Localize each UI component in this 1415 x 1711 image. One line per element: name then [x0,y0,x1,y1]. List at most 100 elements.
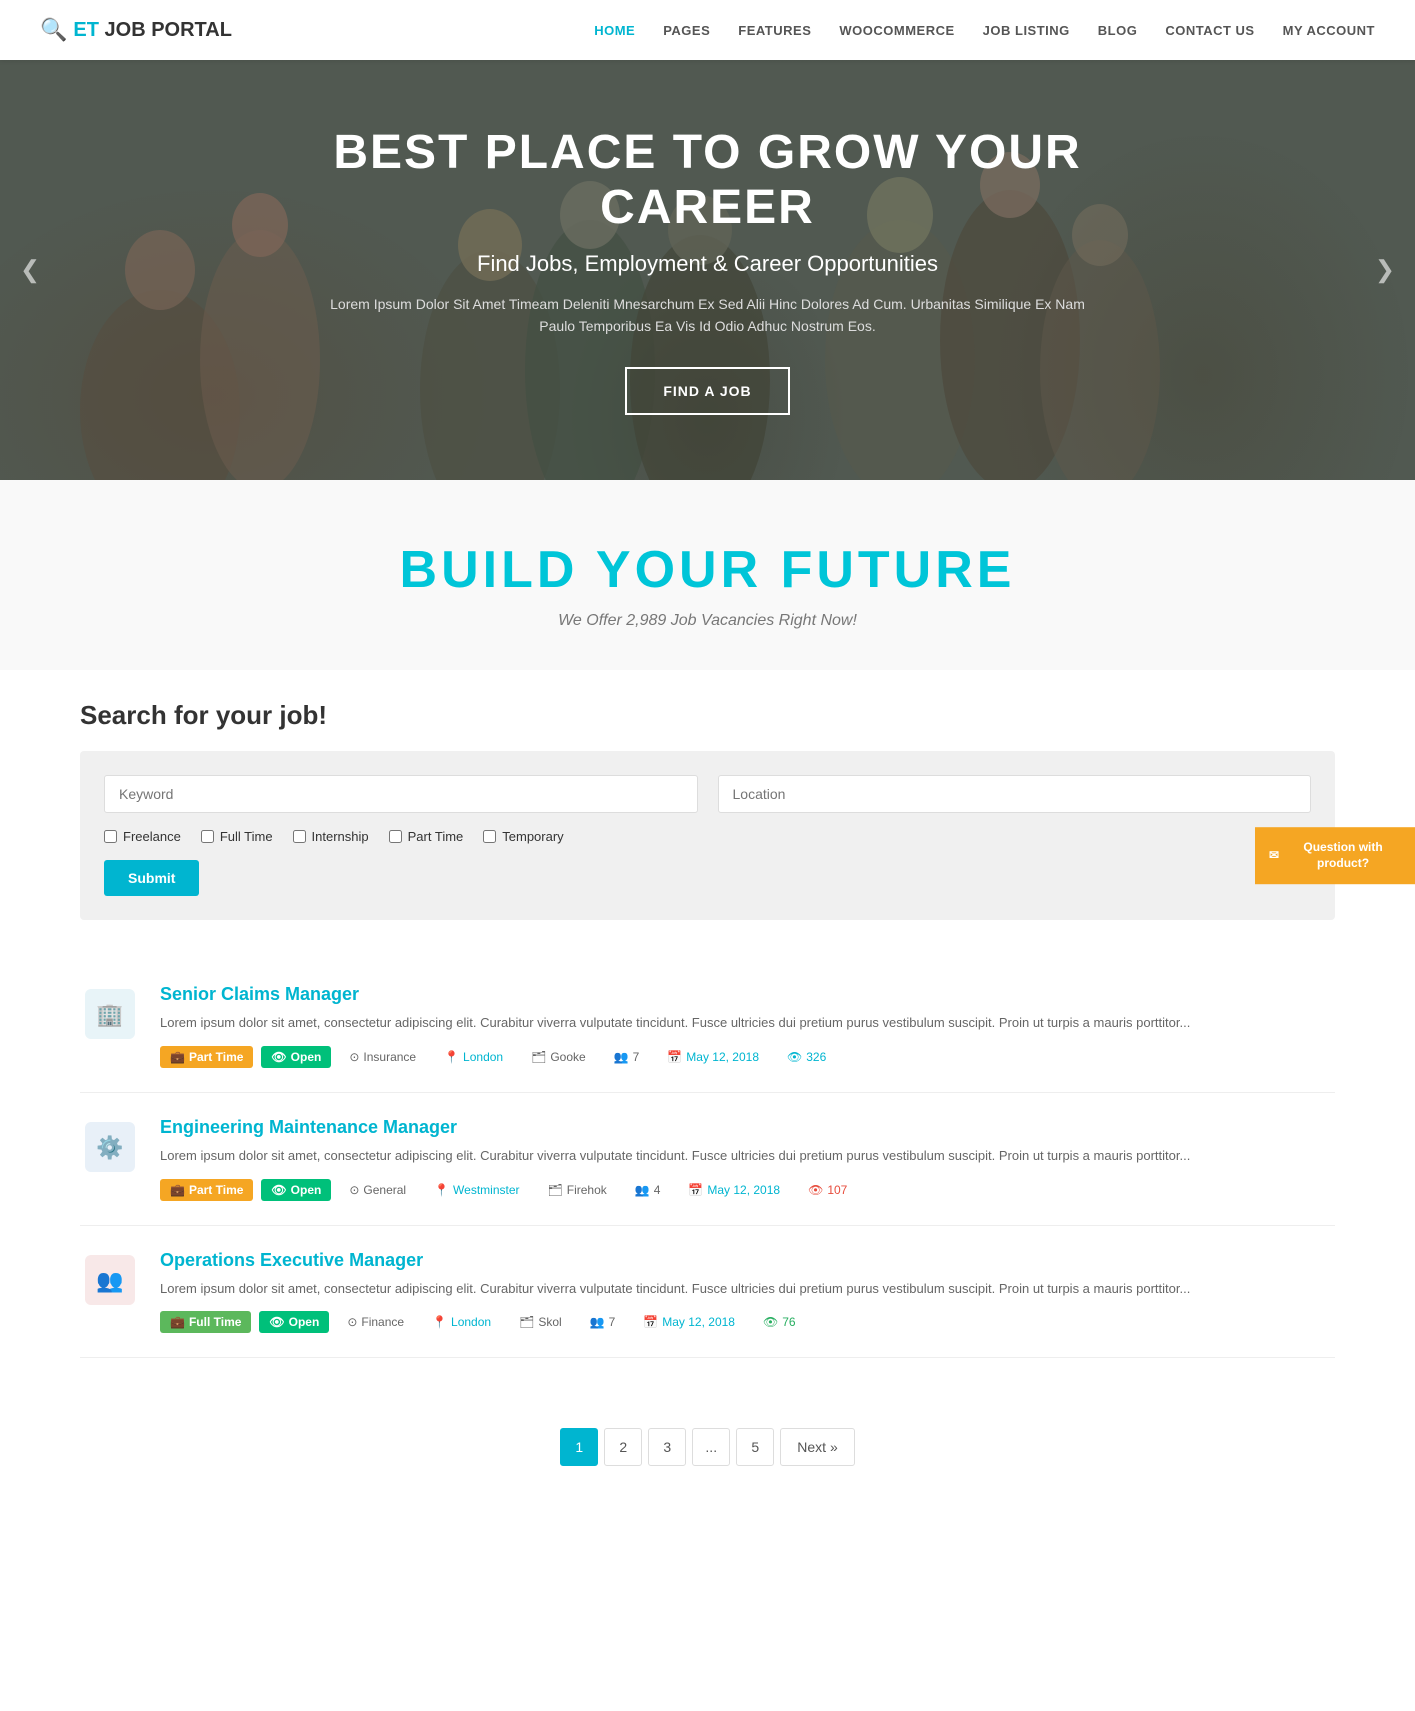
page-next-button[interactable]: Next » [780,1428,854,1466]
hero-content: BEST PLACE TO GROW YOUR CAREER Find Jobs… [308,125,1108,416]
briefcase-icon: 💼 [170,1183,185,1197]
job-content-operations: Operations Executive Manager Lorem ipsum… [160,1250,1335,1334]
job-desc-senior-claims: Lorem ipsum dolor sit amet, consectetur … [160,1013,1335,1034]
job-applicants-engineering: 👥 4 [625,1179,671,1201]
company-icon: 🗂 [531,1050,546,1064]
build-title: BUILD YOUR FUTURE [40,540,1375,600]
search-box: Freelance Full Time Internship Part Time… [80,751,1335,920]
nav-pages[interactable]: PAGES [663,23,710,38]
nav-contact[interactable]: CONTACT US [1165,23,1254,38]
filter-parttime[interactable]: Part Time [389,829,464,844]
hero-subtitle: Find Jobs, Employment & Career Opportuni… [328,251,1088,277]
logo[interactable]: 🔍 ET JOB PORTAL [40,17,232,43]
fulltime-checkbox[interactable] [201,830,214,843]
job-location-senior-claims: 📍 London [434,1046,513,1068]
filter-checkboxes: Freelance Full Time Internship Part Time… [104,829,1311,844]
filter-temporary[interactable]: Temporary [483,829,563,844]
job-title-senior-claims[interactable]: Senior Claims Manager [160,984,1335,1005]
filter-fulltime[interactable]: Full Time [201,829,273,844]
calendar-icon: 📅 [667,1050,682,1064]
category-icon: ⊙ [347,1315,357,1329]
job-category-operations: ⊙ Finance [337,1311,414,1333]
internship-checkbox[interactable] [293,830,306,843]
job-date-senior-claims: 📅 May 12, 2018 [657,1046,769,1068]
nav-job-listing[interactable]: JOB LISTING [983,23,1070,38]
eye-icon: 👁 [271,1183,286,1197]
job-status-operations: 👁 Open [259,1311,329,1333]
search-section: Search for your job! Freelance Full Time… [0,670,1415,960]
job-content-engineering: Engineering Maintenance Manager Lorem ip… [160,1117,1335,1201]
page-1-button[interactable]: 1 [560,1428,598,1466]
eye-icon: 👁 [271,1050,286,1064]
location-icon: 📍 [444,1050,459,1064]
hero-next-arrow[interactable]: ❯ [1375,256,1395,285]
parttime-checkbox[interactable] [389,830,402,843]
nav-blog[interactable]: BLOG [1098,23,1138,38]
nav-home[interactable]: HOME [594,23,635,38]
logo-et: ET JOB PORTAL [73,19,232,42]
keyword-input[interactable] [104,775,698,813]
find-job-button[interactable]: FIND A JOB [625,367,789,415]
job-applicants-operations: 👥 7 [580,1311,626,1333]
job-category-senior-claims: ⊙ Insurance [339,1046,426,1068]
page-3-button[interactable]: 3 [648,1428,686,1466]
search-heading: Search for your job! [80,700,1335,731]
job-card-senior-claims: 🏢 Senior Claims Manager Lorem ipsum dolo… [80,960,1335,1093]
filter-internship[interactable]: Internship [293,829,369,844]
location-input[interactable] [718,775,1312,813]
svg-text:🏢: 🏢 [96,1002,123,1027]
question-button[interactable]: ✉ Question with product? [1255,827,1415,885]
hero-title: BEST PLACE TO GROW YOUR CAREER [328,125,1088,235]
calendar-icon: 📅 [643,1315,658,1329]
hero-section: ❮ BEST PLACE TO GROW YOUR CAREER Find Jo… [0,60,1415,480]
job-desc-operations: Lorem ipsum dolor sit amet, consectetur … [160,1279,1335,1300]
page-ellipsis: ... [692,1428,730,1466]
job-icon-senior-claims: 🏢 [80,984,140,1044]
job-type-engineering: 💼 Part Time [160,1179,253,1201]
freelance-checkbox[interactable] [104,830,117,843]
envelope-icon: ✉ [1269,847,1279,864]
job-company-engineering: 🗂 Firehok [538,1179,617,1201]
calendar-icon: 📅 [688,1183,703,1197]
job-status-senior-claims: 👁 Open [261,1046,331,1068]
briefcase-icon: 💼 [170,1315,185,1329]
job-date-engineering: 📅 May 12, 2018 [678,1179,790,1201]
search-submit-button[interactable]: Submit [104,860,199,896]
company-icon: 🗂 [519,1315,534,1329]
build-subtitle: We Offer 2,989 Job Vacancies Right Now! [40,612,1375,630]
job-date-operations: 📅 May 12, 2018 [633,1311,745,1333]
page-2-button[interactable]: 2 [604,1428,642,1466]
briefcase-icon: 💼 [170,1050,185,1064]
nav-my-account[interactable]: MY ACCOUNT [1283,23,1375,38]
hero-prev-arrow[interactable]: ❮ [20,256,40,285]
question-label: Question with product? [1285,839,1401,873]
job-title-operations[interactable]: Operations Executive Manager [160,1250,1335,1271]
people-icon: 👥 [590,1315,605,1329]
job-status-engineering: 👁 Open [261,1179,331,1201]
company-icon: 🗂 [548,1183,563,1197]
page-5-button[interactable]: 5 [736,1428,774,1466]
views-icon: 👁 [787,1050,802,1064]
job-location-operations: 📍 London [422,1311,501,1333]
location-icon: 📍 [434,1183,449,1197]
temporary-checkbox[interactable] [483,830,496,843]
job-tags-senior-claims: 💼 Part Time 👁 Open ⊙ Insurance 📍 London … [160,1046,1335,1068]
nav-features[interactable]: FEATURES [738,23,811,38]
filter-freelance[interactable]: Freelance [104,829,181,844]
job-listings: 🏢 Senior Claims Manager Lorem ipsum dolo… [0,960,1415,1398]
job-company-operations: 🗂 Skol [509,1311,572,1333]
build-section: BUILD YOUR FUTURE We Offer 2,989 Job Vac… [0,480,1415,670]
job-title-engineering[interactable]: Engineering Maintenance Manager [160,1117,1335,1138]
eye-icon: 👁 [269,1315,284,1329]
nav-woocommerce[interactable]: WOOCOMMERCE [839,23,954,38]
job-views-engineering: 👁 107 [798,1179,857,1201]
job-type-operations: 💼 Full Time [160,1311,251,1333]
job-company-senior-claims: 🗂 Gooke [521,1046,596,1068]
search-row [104,775,1311,813]
job-content-senior-claims: Senior Claims Manager Lorem ipsum dolor … [160,984,1335,1068]
location-icon: 📍 [432,1315,447,1329]
job-icon-operations: 👥 [80,1250,140,1310]
job-type-senior-claims: 💼 Part Time [160,1046,253,1068]
logo-search-icon: 🔍 [40,17,67,43]
navbar: 🔍 ET JOB PORTAL HOME PAGES FEATURES WOOC… [0,0,1415,60]
